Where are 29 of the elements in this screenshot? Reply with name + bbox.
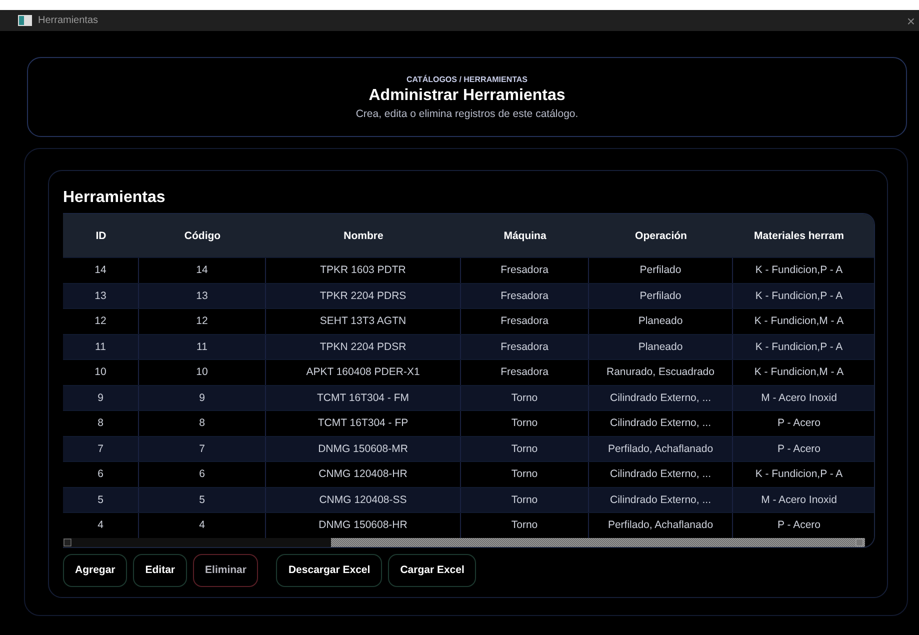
excel-button[interactable]: Descargar Excel <box>276 554 382 586</box>
column-header[interactable]: Materiales herram <box>733 230 865 242</box>
table-cell-text: K - Fundicion,P - A <box>754 288 844 304</box>
table-cell-text: M - Acero Inoxid <box>760 390 838 406</box>
table-cell-text: K - Fundicion,P - A <box>754 340 844 355</box>
table-cell-text: K - Fundicion,P - A <box>754 263 844 278</box>
section-title: Herramientas <box>63 189 166 207</box>
table-cell-text: K - Fundicion,P - A <box>754 467 844 482</box>
window-title: Herramientas <box>38 15 98 26</box>
column-header[interactable]: Nombre <box>266 230 461 242</box>
action-button[interactable]: Eliminar <box>193 554 258 586</box>
table-cell-text: K - Fundicion,M - A <box>753 365 845 380</box>
column-header[interactable]: ID <box>63 230 139 242</box>
close-button[interactable]: × <box>902 12 919 28</box>
window-icon <box>18 15 32 26</box>
page-subtitle: Crea, edita o elimina registros de este catálogo. <box>356 108 578 120</box>
page-title: Administrar Herramientas <box>368 86 566 104</box>
table-cell-text: P - Acero <box>776 518 822 534</box>
column-header[interactable]: Código <box>139 230 266 242</box>
action-button[interactable]: Editar <box>133 554 188 586</box>
action-button[interactable]: Agregar <box>63 554 128 586</box>
breadcrumb: CATÁLOGOS / HERRAMIENTAS <box>406 74 528 84</box>
table-cell-text: P - Acero <box>776 442 822 457</box>
table-cell-text: M - Acero Inoxid <box>760 492 838 508</box>
column-header[interactable]: Máquina <box>461 230 589 242</box>
excel-button[interactable]: Cargar Excel <box>388 554 476 586</box>
column-header[interactable]: Operación <box>589 230 733 242</box>
table-cell-text: K - Fundicion,M - A <box>753 314 845 330</box>
table-cell-text: P - Acero <box>776 416 822 432</box>
